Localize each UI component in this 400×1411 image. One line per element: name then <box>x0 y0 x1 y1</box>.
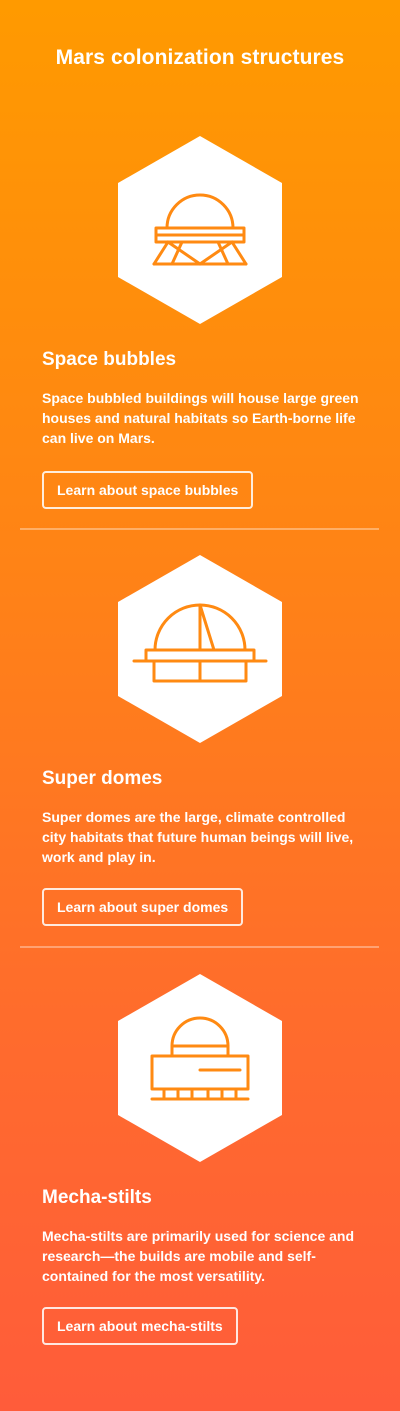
learn-super-domes-button[interactable]: Learn about super domes <box>42 888 244 926</box>
section-description: Super domes are the large, climate contr… <box>42 809 354 865</box>
section-divider <box>20 946 379 948</box>
section-title: Space bubbles <box>42 349 177 370</box>
section-description: Mecha-stilts are primarily used for scie… <box>42 1228 355 1284</box>
super-dome-icon <box>118 555 282 743</box>
space-bubble-icon <box>118 136 282 324</box>
section-description: Space bubbled buildings will house large… <box>42 390 359 446</box>
mecha-stilts-icon <box>118 974 282 1162</box>
section-divider <box>20 528 379 530</box>
page-title: Mars colonization structures <box>55 46 345 69</box>
learn-space-bubbles-button[interactable]: Learn about space bubbles <box>42 471 254 509</box>
page: Mars colonization structures Space bubbl… <box>0 0 400 1411</box>
section-title: Super domes <box>42 768 163 789</box>
section-title: Mecha-stilts <box>42 1187 152 1208</box>
learn-mecha-stilts-button[interactable]: Learn about mecha-stilts <box>42 1307 238 1345</box>
